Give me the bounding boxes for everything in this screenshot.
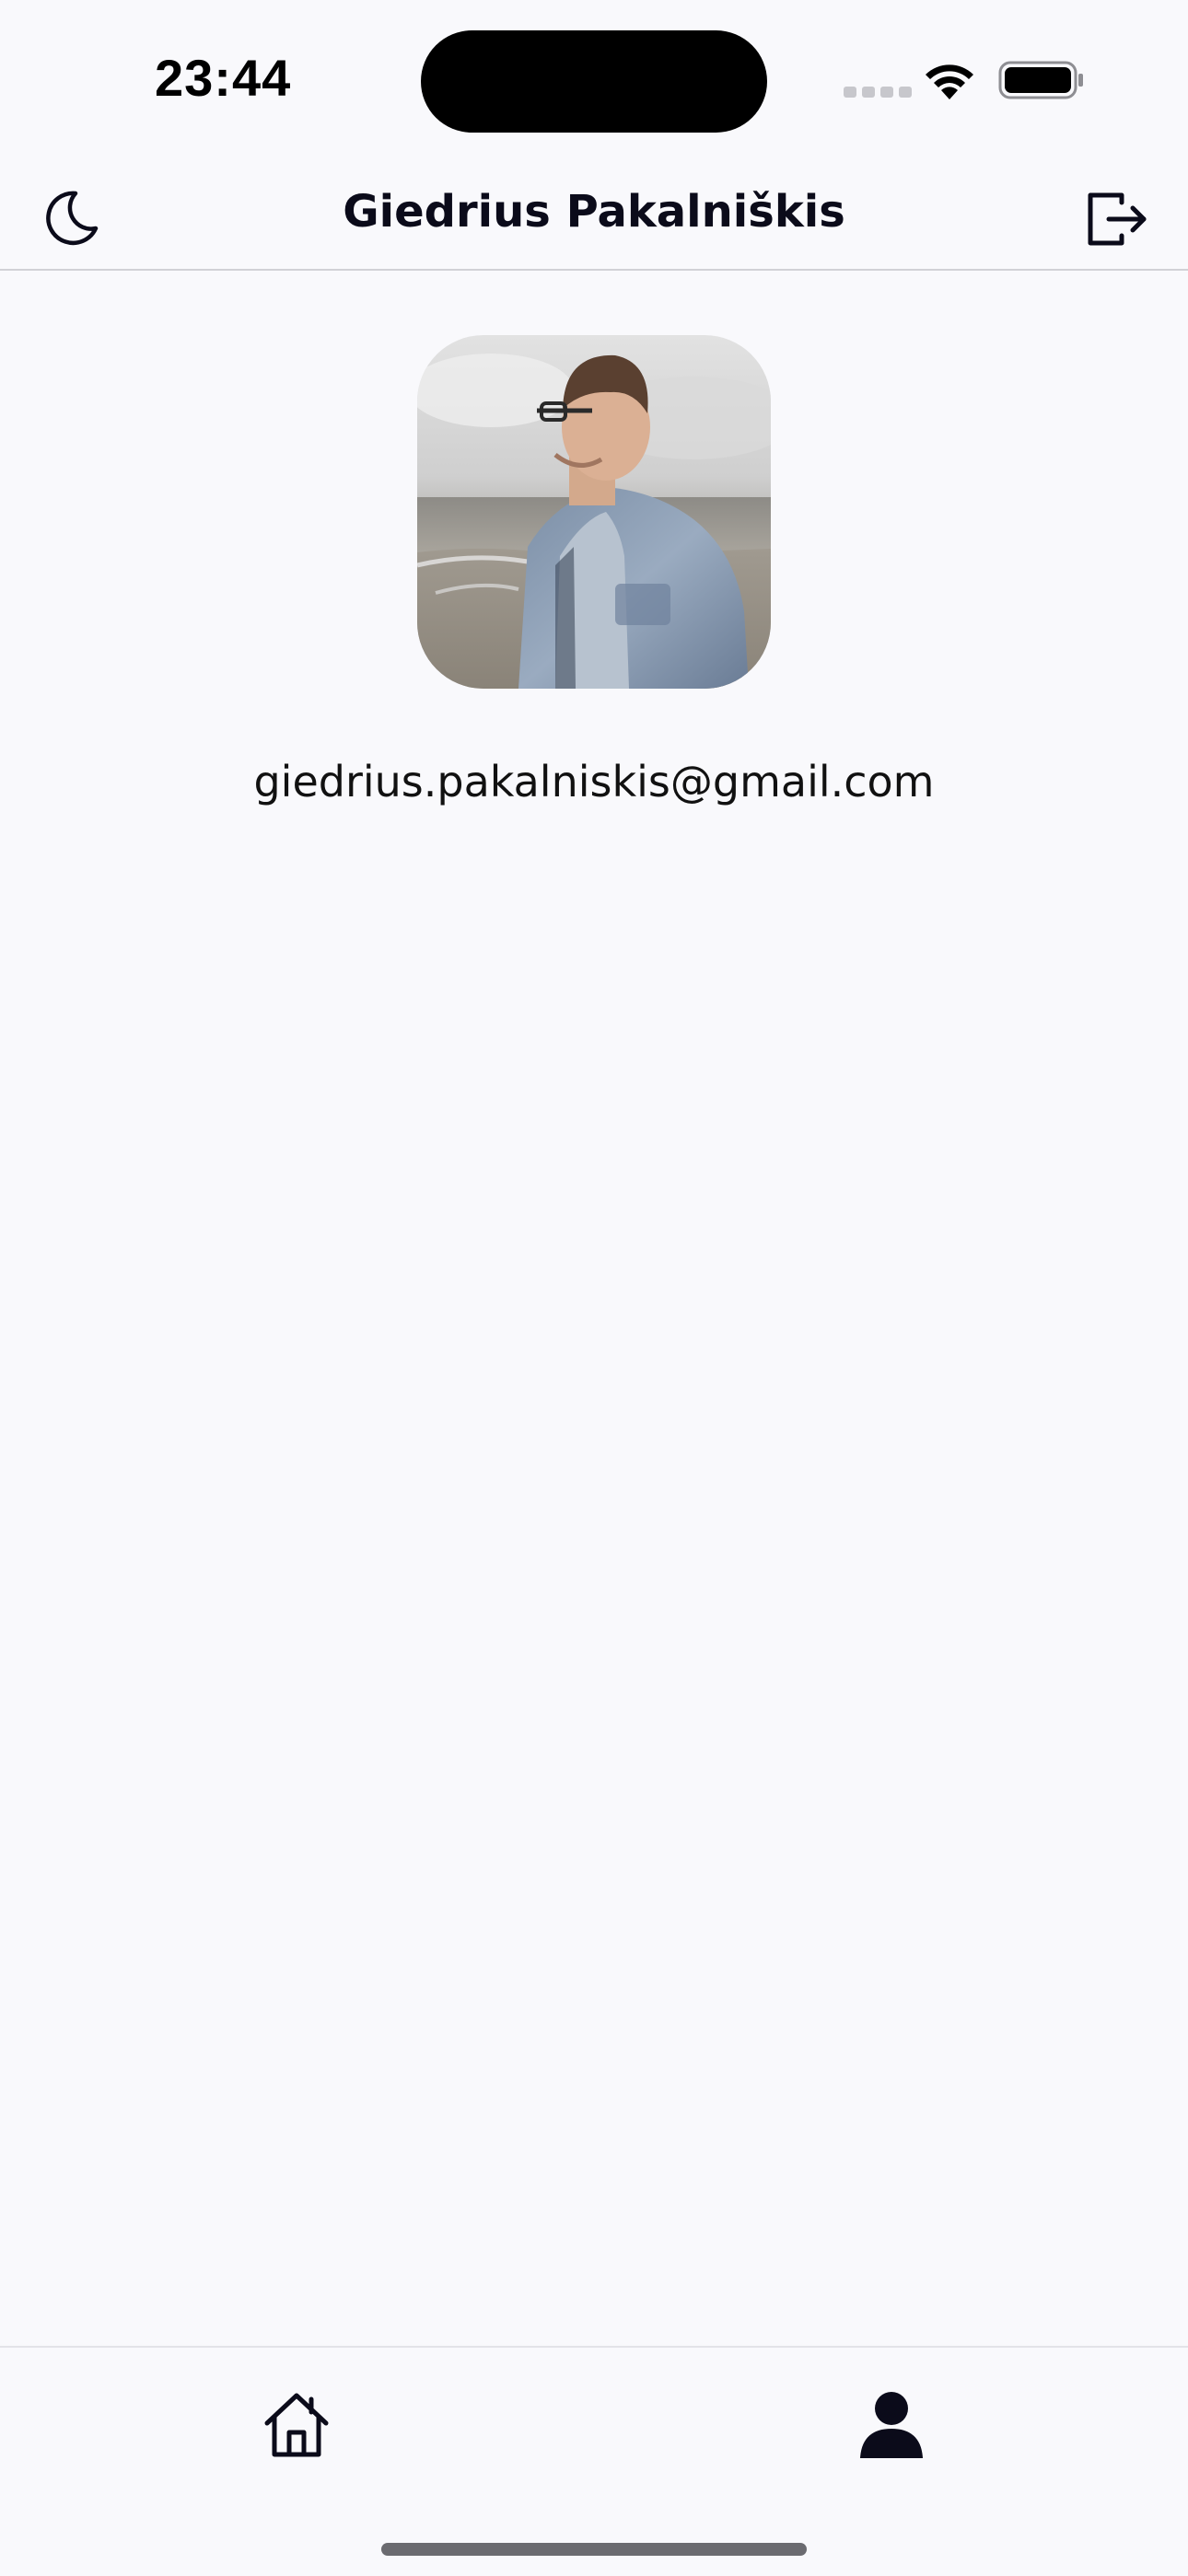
page-title: Giedrius Pakalniškis xyxy=(343,186,845,238)
avatar xyxy=(417,335,771,689)
cellular-signal-icon xyxy=(844,87,912,98)
home-indicator[interactable] xyxy=(381,2543,807,2556)
app-header: Giedrius Pakalniškis xyxy=(0,162,1188,271)
battery-icon xyxy=(998,61,1083,99)
person-icon[interactable] xyxy=(855,2388,928,2462)
dynamic-island xyxy=(421,30,767,133)
logout-icon[interactable] xyxy=(1085,186,1151,252)
status-bar: 23:44 xyxy=(0,0,1188,162)
status-time: 23:44 xyxy=(155,49,292,107)
email-text: giedrius.pakalniskis@gmail.com xyxy=(253,757,935,806)
home-icon[interactable] xyxy=(260,2388,333,2462)
wifi-icon xyxy=(926,64,973,99)
tab-bar xyxy=(0,2346,1188,2576)
